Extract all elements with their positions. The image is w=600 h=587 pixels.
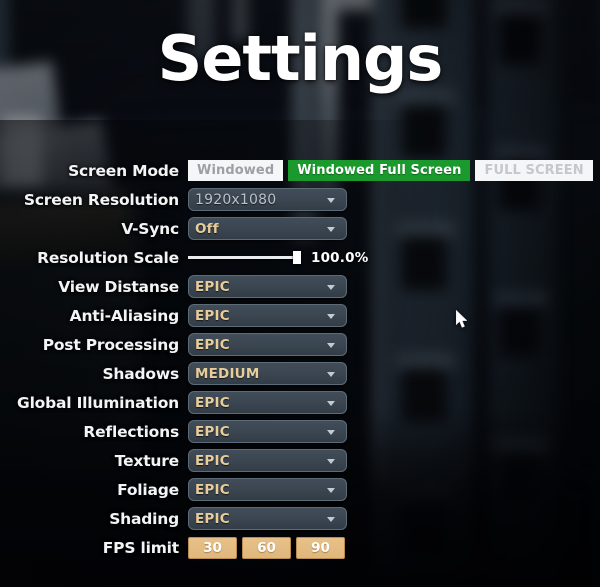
fps-limit-option-90[interactable]: 90 [296,536,345,559]
dropdown-value: MEDIUM [195,365,260,382]
global-illumination-dropdown[interactable]: EPIC [188,391,347,414]
chevron-down-icon [327,458,335,464]
setting-row-view-distanse: View Distanse EPIC [0,272,600,301]
setting-row-shadows: Shadows MEDIUM [0,359,600,388]
setting-row-post-processing: Post Processing EPIC [0,330,600,359]
setting-row-shading: Shading EPIC [0,504,600,533]
dropdown-value: EPIC [195,336,230,353]
settings-list: Screen Mode Windowed Windowed Full Scree… [0,156,600,562]
dropdown-value: EPIC [195,423,230,440]
setting-label: Screen Mode [68,161,179,180]
setting-row-anti-aliasing: Anti-Aliasing EPIC [0,301,600,330]
anti-aliasing-dropdown[interactable]: EPIC [188,304,347,327]
chevron-down-icon [327,197,335,203]
setting-label: View Distanse [58,277,179,296]
chevron-down-icon [327,487,335,493]
slider-handle[interactable] [293,251,301,264]
setting-label: Anti-Aliasing [69,306,180,325]
dropdown-value: EPIC [195,481,230,498]
dropdown-value: EPIC [195,307,230,324]
chevron-down-icon [327,429,335,435]
resolution-scale-slider[interactable] [188,251,301,265]
setting-row-global-illumination: Global Illumination EPIC [0,388,600,417]
view-distanse-dropdown[interactable]: EPIC [188,275,347,298]
setting-row-foliage: Foliage EPIC [0,475,600,504]
setting-row-screen-mode: Screen Mode Windowed Windowed Full Scree… [0,156,600,185]
shading-dropdown[interactable]: EPIC [188,507,347,530]
dropdown-value: EPIC [195,278,230,295]
chevron-down-icon [327,516,335,522]
screen-mode-option-windowed[interactable]: Windowed [188,160,284,181]
dropdown-value: EPIC [195,452,230,469]
settings-screen: Settings Screen Mode Windowed Windowed F… [0,0,600,587]
foliage-dropdown[interactable]: EPIC [188,478,347,501]
screen-mode-option-windowed-full-screen[interactable]: Windowed Full Screen [288,160,471,181]
setting-label: Shadows [102,364,179,383]
slider-track [188,256,300,259]
dropdown-value: 1920x1080 [195,191,277,208]
setting-row-fps-limit: FPS limit 30 60 90 [0,533,600,562]
setting-row-texture: Texture EPIC [0,446,600,475]
fps-limit-option-60[interactable]: 60 [242,536,291,559]
chevron-down-icon [327,313,335,319]
dropdown-value: EPIC [195,394,230,411]
page-title: Settings [157,22,444,95]
setting-label: Foliage [117,480,179,499]
v-sync-dropdown[interactable]: Off [188,217,347,240]
chevron-down-icon [327,400,335,406]
chevron-down-icon [327,371,335,377]
reflections-dropdown[interactable]: EPIC [188,420,347,443]
setting-label: Screen Resolution [23,190,179,209]
chevron-down-icon [327,342,335,348]
texture-dropdown[interactable]: EPIC [188,449,347,472]
setting-label: Texture [114,451,179,470]
setting-label: Post Processing [42,335,179,354]
chevron-down-icon [327,226,335,232]
dropdown-value: EPIC [195,510,230,527]
setting-label: Global Illumination [17,393,179,412]
post-processing-dropdown[interactable]: EPIC [188,333,347,356]
setting-row-reflections: Reflections EPIC [0,417,600,446]
resolution-scale-value: 100.0% [311,249,369,266]
fps-limit-options: 30 60 90 [188,536,345,559]
setting-label: FPS limit [102,538,179,557]
chevron-down-icon [327,284,335,290]
setting-row-screen-resolution: Screen Resolution 1920x1080 [0,185,600,214]
screen-mode-options: Windowed Windowed Full Screen FULL SCREE… [188,160,593,181]
setting-label: Reflections [83,422,179,441]
setting-label: Resolution Scale [37,248,179,267]
setting-row-resolution-scale: Resolution Scale 100.0% [0,243,600,272]
screen-resolution-dropdown[interactable]: 1920x1080 [188,188,347,211]
setting-label: V-Sync [121,219,179,238]
shadows-dropdown[interactable]: MEDIUM [188,362,347,385]
setting-label: Shading [109,509,179,528]
setting-row-v-sync: V-Sync Off [0,214,600,243]
screen-mode-option-full-screen[interactable]: FULL SCREEN [475,160,593,181]
dropdown-value: Off [195,220,219,237]
fps-limit-option-30[interactable]: 30 [188,536,237,559]
